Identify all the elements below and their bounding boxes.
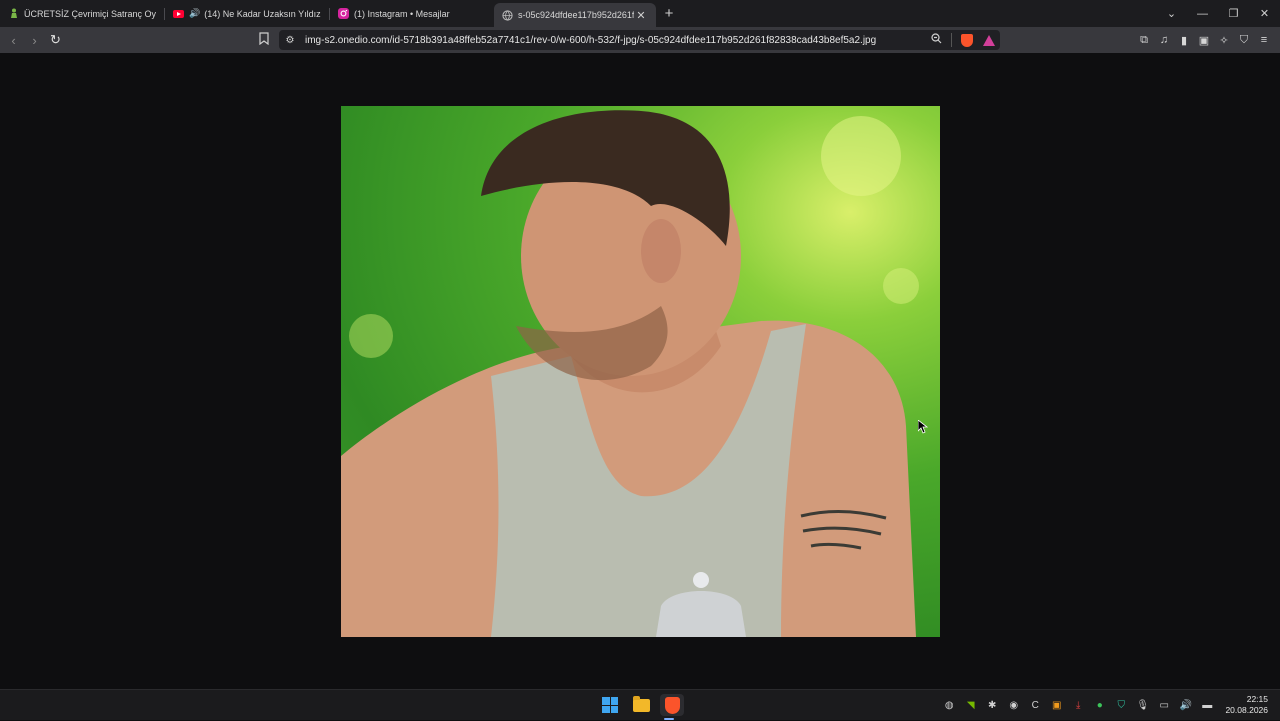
volume-icon[interactable]: 🔊 bbox=[1175, 700, 1197, 711]
browser-toolbar: ‹ › ↻ ⚙ img-s2.onedio.com/id-5718b391a48… bbox=[0, 27, 1280, 53]
system-tray: ◍ ◥ ✱ ◉ Ϲ ▣ ⤓ ● ⛉ 🎙 ▭ 🔊 ▬ bbox=[939, 690, 1219, 721]
tab-title: (1) Instagram • Mesajlar bbox=[354, 8, 450, 19]
zoom-icon[interactable] bbox=[925, 33, 947, 47]
restore-icon[interactable]: ❐ bbox=[1218, 7, 1249, 20]
chess-pawn-icon bbox=[8, 8, 19, 19]
tab-chess[interactable]: ÜCRETSİZ Çevrimiçi Satranç Oynayın bbox=[0, 0, 164, 27]
network-icon[interactable]: ▭ bbox=[1154, 700, 1176, 711]
app-orange-icon[interactable]: ▣ bbox=[1046, 700, 1068, 711]
folder-icon bbox=[632, 695, 650, 712]
download-icon[interactable]: ⤓ bbox=[1068, 700, 1090, 711]
media-icon[interactable]: ♫ bbox=[1154, 34, 1174, 46]
system-clock[interactable]: 22:15 20.08.2026 bbox=[1225, 694, 1268, 716]
battery-icon[interactable]: ▬ bbox=[1197, 700, 1219, 711]
nvidia-icon[interactable]: ◥ bbox=[960, 700, 982, 711]
clock-date: 20.08.2026 bbox=[1225, 705, 1268, 715]
tab-image-active[interactable]: s-05c924dfdee117b952d261f82838 ✕ bbox=[494, 3, 656, 27]
tab-instagram[interactable]: (1) Instagram • Mesajlar bbox=[330, 0, 494, 27]
app-c-icon[interactable]: Ϲ bbox=[1025, 700, 1047, 711]
clock-time: 22:15 bbox=[1246, 694, 1268, 704]
reload-icon[interactable]: ↻ bbox=[45, 32, 66, 48]
tab-title: ÜCRETSİZ Çevrimiçi Satranç Oynayın bbox=[24, 8, 156, 19]
start-button[interactable] bbox=[598, 694, 622, 716]
vpn-icon[interactable]: ⛉ bbox=[1234, 34, 1254, 47]
brave-taskbar-button[interactable] bbox=[660, 694, 684, 716]
extensions-icon[interactable]: ⧉ bbox=[1134, 34, 1154, 47]
leo-ai-icon[interactable]: ✧ bbox=[1214, 34, 1234, 47]
bookmark-icon[interactable] bbox=[258, 32, 270, 48]
close-tab-icon[interactable]: ✕ bbox=[634, 9, 648, 22]
tab-youtube[interactable]: 🔊 (14) Ne Kadar Uzaksın Yıldızlardan bbox=[165, 0, 329, 27]
steelseries-icon[interactable]: ◍ bbox=[939, 700, 961, 711]
youtube-icon bbox=[173, 8, 184, 19]
tab-title: s-05c924dfdee117b952d261f82838 bbox=[518, 10, 634, 20]
url-text[interactable]: img-s2.onedio.com/id-5718b391a48ffeb52a7… bbox=[301, 35, 925, 46]
brave-rewards-icon[interactable] bbox=[983, 34, 995, 46]
tab-list-chevron-icon[interactable]: ⌄ bbox=[1156, 7, 1187, 20]
site-settings-icon[interactable]: ⚙ bbox=[279, 35, 301, 46]
instagram-icon bbox=[338, 8, 349, 19]
brave-icon bbox=[664, 696, 680, 714]
taskbar: ◍ ◥ ✱ ◉ Ϲ ▣ ⤓ ● ⛉ 🎙 ▭ 🔊 ▬ 22:15 20.08.20… bbox=[0, 689, 1280, 720]
security-shield-icon[interactable]: ⛉ bbox=[1111, 700, 1133, 711]
displayed-image[interactable] bbox=[341, 106, 940, 637]
back-icon[interactable]: ‹ bbox=[3, 33, 24, 48]
globe-icon bbox=[502, 9, 513, 21]
page-viewport bbox=[0, 53, 1280, 689]
toolbar-actions: ⧉ ♫ ▮ ▣ ✧ ⛉ ≡ bbox=[1134, 27, 1274, 53]
tab-strip: ÜCRETSİZ Çevrimiçi Satranç Oynayın 🔊 (14… bbox=[0, 0, 1280, 27]
minimize-icon[interactable]: — bbox=[1187, 8, 1218, 20]
speaker-icon[interactable]: 🔊 bbox=[189, 8, 200, 19]
forward-icon[interactable]: › bbox=[24, 33, 45, 48]
menu-icon[interactable]: ≡ bbox=[1254, 34, 1274, 46]
windows-logo-icon bbox=[602, 697, 618, 713]
close-window-icon[interactable]: ✕ bbox=[1249, 7, 1280, 20]
address-bar[interactable]: ⚙ img-s2.onedio.com/id-5718b391a48ffeb52… bbox=[279, 30, 1000, 50]
window-controls: ⌄ — ❐ ✕ bbox=[1156, 0, 1280, 27]
tab-title: (14) Ne Kadar Uzaksın Yıldızlardan bbox=[204, 8, 321, 19]
wallet-icon[interactable]: ▣ bbox=[1194, 34, 1214, 47]
new-tab-button[interactable]: + bbox=[656, 5, 682, 22]
brave-shields-icon[interactable] bbox=[961, 33, 973, 47]
green-app-icon[interactable]: ● bbox=[1089, 700, 1111, 711]
sidebar-icon[interactable]: ▮ bbox=[1174, 34, 1194, 47]
mouse-cursor-icon bbox=[918, 420, 928, 434]
divider bbox=[951, 33, 952, 47]
microphone-icon[interactable]: 🎙 bbox=[1132, 700, 1154, 711]
file-explorer-button[interactable] bbox=[629, 694, 653, 716]
taskbar-apps bbox=[598, 694, 684, 716]
settings-gear-icon[interactable]: ✱ bbox=[982, 700, 1004, 711]
discord-icon[interactable]: ◉ bbox=[1003, 700, 1025, 711]
